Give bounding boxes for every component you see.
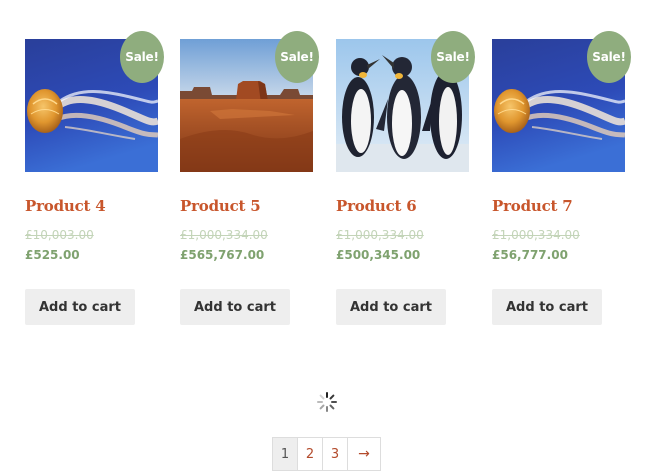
sale-price: £525.00 (25, 248, 80, 262)
sale-price: £565,767.00 (180, 248, 265, 262)
sale-badge: Sale! (587, 31, 631, 83)
product-title[interactable]: Product 6 (336, 197, 417, 215)
product-title[interactable]: Product 7 (492, 197, 573, 215)
sale-price: £56,777.00 (492, 248, 568, 262)
regular-price: £1,000,334.00 (336, 228, 424, 242)
regular-price: £1,000,334.00 (180, 228, 268, 242)
regular-price: £10,003.00 (25, 228, 94, 242)
regular-price: £1,000,334.00 (492, 228, 580, 242)
add-to-cart-button[interactable]: Add to cart (25, 289, 135, 325)
page-2-link[interactable]: 2 (297, 438, 322, 470)
sale-price: £500,345.00 (336, 248, 421, 262)
add-to-cart-button[interactable]: Add to cart (336, 289, 446, 325)
add-to-cart-button[interactable]: Add to cart (180, 289, 290, 325)
add-to-cart-button[interactable]: Add to cart (492, 289, 602, 325)
pagination: 1 2 3 → (272, 437, 381, 471)
spinner-icon (317, 392, 337, 412)
sale-badge: Sale! (431, 31, 475, 83)
page-1-current: 1 (273, 438, 297, 470)
product-title[interactable]: Product 5 (180, 197, 261, 215)
sale-badge: Sale! (275, 31, 319, 83)
product-title[interactable]: Product 4 (25, 197, 106, 215)
sale-badge: Sale! (120, 31, 164, 83)
page-3-link[interactable]: 3 (322, 438, 347, 470)
next-page-arrow-icon[interactable]: → (347, 438, 380, 470)
